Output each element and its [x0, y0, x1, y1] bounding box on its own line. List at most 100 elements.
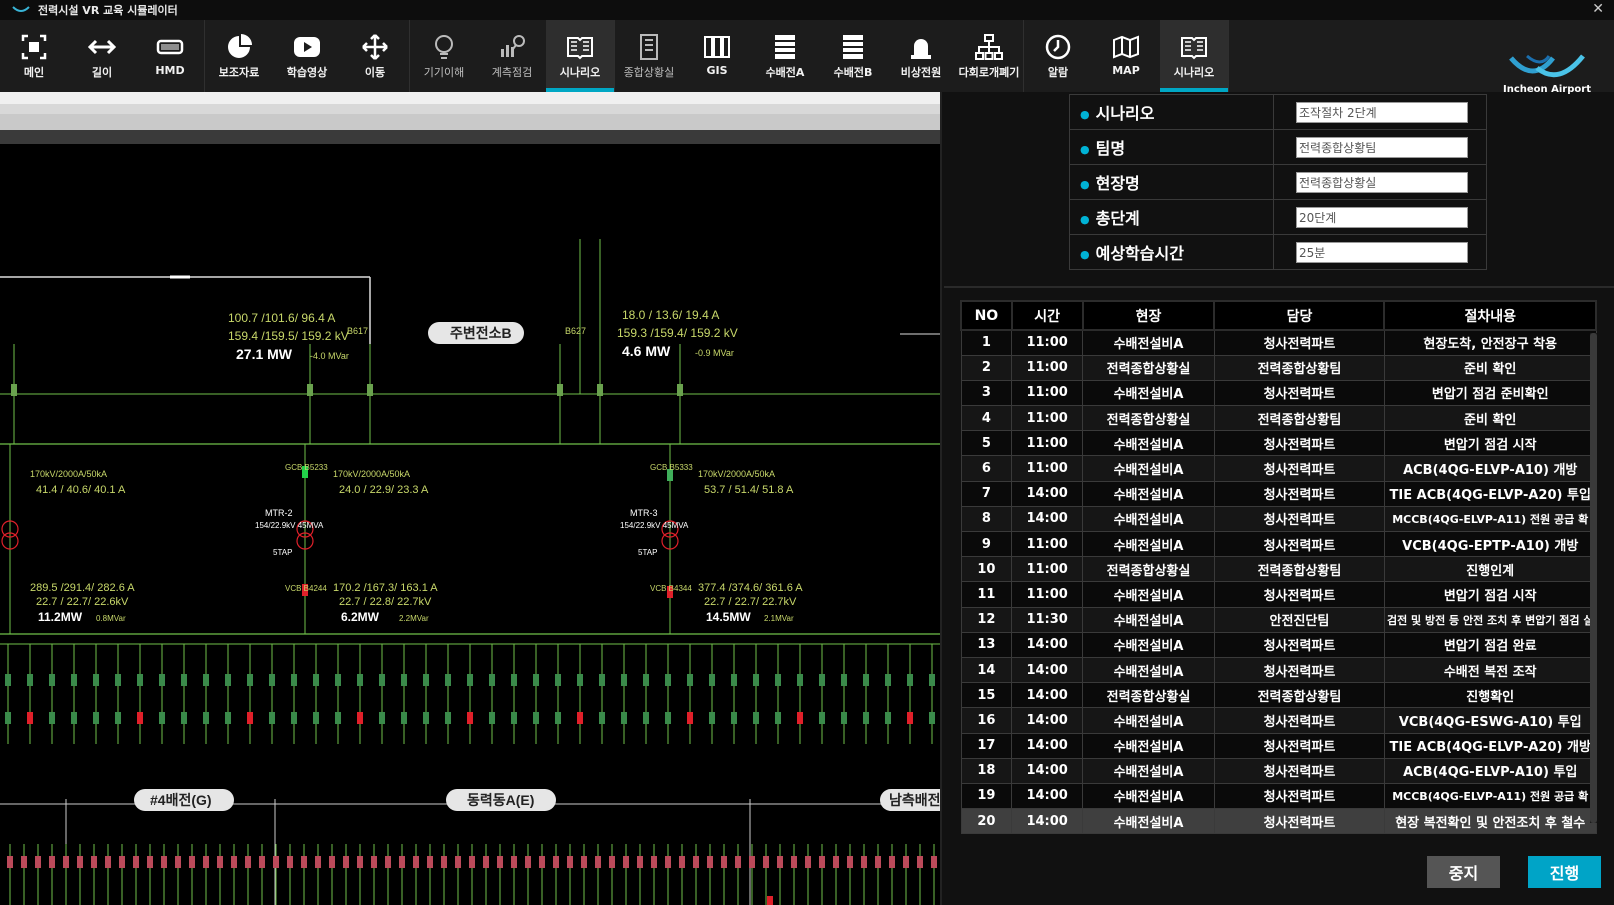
- stop-button[interactable]: 중지: [1427, 856, 1500, 888]
- table-cell: 전력종합상황실: [1082, 556, 1215, 583]
- toolbar-button-HMD[interactable]: HMD: [136, 20, 204, 92]
- toolbar-button-메인[interactable]: 메인: [0, 20, 68, 92]
- breaker-icon: [315, 856, 321, 868]
- toolbar-button-GIS[interactable]: GIS: [683, 20, 751, 92]
- building-icon: [635, 34, 663, 60]
- voltage-readout: 22.7 / 22.8/ 22.7kV: [339, 596, 432, 608]
- gcb-label: GCB B5333: [650, 463, 693, 472]
- alarm-siren-icon: [907, 34, 935, 60]
- table-row[interactable]: 19 14:00 수배전설비A 청사전력파트 MCCB(4QG-ELVP-A11) 전원…: [960, 782, 1597, 810]
- table-row[interactable]: 1 11:00 수배전설비A 청사전력파트 현장도착, 안전장구 착용: [960, 329, 1597, 356]
- toolbar-button-시나리오[interactable]: 시나리오: [1160, 20, 1228, 92]
- scrollbar-thumb[interactable]: [1590, 333, 1597, 823]
- table-row[interactable]: 10 11:00 전력종합상황실 전력종합상황팀 진행인계: [960, 556, 1597, 583]
- breaker-icon: [533, 674, 539, 686]
- table-cell: 11:00: [1011, 379, 1084, 407]
- toolbar-button-알람[interactable]: 알람: [1024, 20, 1092, 92]
- table-cell: 청사전력파트: [1213, 808, 1385, 835]
- schematic-toolbar[interactable]: [0, 114, 940, 130]
- table-row[interactable]: 6 11:00 수배전설비A 청사전력파트 ACB(4QG-ELVP-A10) 개방: [960, 455, 1597, 482]
- table-cell: 14:00: [1011, 707, 1084, 734]
- table-row[interactable]: 3 11:00 수배전설비A 청사전력파트 변압기 점검 준비확인: [960, 379, 1597, 407]
- schematic-tab-strip[interactable]: [0, 130, 940, 144]
- table-row[interactable]: 15 14:00 전력종합상황실 전력종합상황팀 진행확인: [960, 682, 1597, 709]
- proceed-button[interactable]: 진행: [1528, 856, 1601, 888]
- table-row[interactable]: 9 11:00 수배전설비A 청사전력파트 VCB(4QG-EPTP-A10) 개방: [960, 530, 1597, 558]
- info-value-field[interactable]: [1296, 101, 1468, 123]
- column-header[interactable]: 절차내용: [1383, 300, 1597, 331]
- breaker-icon: [665, 712, 671, 724]
- table-row[interactable]: 13 14:00 수배전설비A 청사전력파트 변압기 점검 완료: [960, 631, 1597, 658]
- table-header-row: NO 시간 현장 담당 절차내용: [960, 300, 1597, 331]
- column-header[interactable]: 담당: [1213, 300, 1386, 331]
- table-row[interactable]: 8 14:00 수배전설비A 청사전력파트 MCCB(4QG-ELVP-A11) 전원 …: [960, 505, 1597, 533]
- table-row[interactable]: 4 11:00 전력종합상황실 전력종합상황팀 준비 확인: [960, 405, 1597, 432]
- table-row[interactable]: 20 14:00 수배전설비A 청사전력파트 현장 복전확인 및 안전조치 후 철수: [960, 808, 1597, 835]
- breaker-icon: [203, 712, 209, 724]
- column-header[interactable]: 시간: [1010, 300, 1084, 331]
- breaker-icon: [371, 856, 377, 868]
- single-line-diagram: 주변전소B #4배전(G) 동력동A(E) 남측배전(100.7 /101.6/ 96…: [0, 239, 940, 905]
- toolbar-button-길이[interactable]: 길이: [68, 20, 136, 92]
- table-row[interactable]: 11 11:00 수배전설비A 청사전력파트 변압기 점검 시작: [960, 581, 1597, 608]
- bus-label: 동력동A(E): [467, 792, 534, 808]
- breaker-icon: [413, 856, 419, 868]
- info-value-field[interactable]: [1296, 136, 1468, 158]
- gis-panels-icon: [703, 34, 731, 60]
- info-value-field[interactable]: [1296, 171, 1468, 193]
- toolbar-button-수배전A[interactable]: 수배전A: [751, 20, 819, 92]
- toolbar-button-시나리오[interactable]: 시나리오: [546, 20, 614, 92]
- amps-readout: 377.4 /374.6/ 361.6 A: [698, 582, 803, 594]
- breaker-icon: [115, 674, 121, 686]
- schematic-menu-row[interactable]: [0, 104, 940, 114]
- column-header[interactable]: NO: [960, 300, 1013, 331]
- toolbar-button-비상전원[interactable]: 비상전원: [887, 20, 955, 92]
- breaker-icon: [445, 674, 451, 686]
- breaker-icon: [677, 384, 683, 396]
- table-cell: 19: [960, 782, 1013, 810]
- table-row[interactable]: 7 14:00 수배전설비A 청사전력파트 TIE ACB(4QG-ELVP-A20) …: [960, 480, 1597, 507]
- column-header[interactable]: 현장: [1081, 300, 1216, 331]
- breaker-icon: [385, 856, 391, 868]
- table-row[interactable]: 16 14:00 수배전설비A 청사전력파트 VCB(4QG-ESWG-A10) 투입: [960, 707, 1597, 734]
- bus-label: 주변전소B: [450, 325, 512, 341]
- table-row[interactable]: 2 11:00 전력종합상황실 전력종합상황팀 준비 확인: [960, 354, 1597, 381]
- table-cell: 5: [960, 430, 1013, 457]
- toolbar-button-이동[interactable]: 이동: [341, 20, 409, 92]
- info-value-field[interactable]: [1296, 241, 1468, 263]
- table-row[interactable]: 5 11:00 수배전설비A 청사전력파트 변압기 점검 시작: [960, 430, 1597, 457]
- schematic-menu-bar[interactable]: [0, 92, 940, 104]
- toolbar-button-기기이해[interactable]: 기기이해: [410, 20, 478, 92]
- toolbar-button-수배전B[interactable]: 수배전B: [819, 20, 887, 92]
- table-row[interactable]: 14 14:00 수배전설비A 청사전력파트 수배전 복전 조작: [960, 656, 1597, 684]
- breaker-icon: [35, 856, 41, 868]
- info-value-field[interactable]: [1296, 206, 1468, 228]
- table-cell: 청사전력파트: [1213, 757, 1385, 784]
- toolbar-button-종합상황실[interactable]: 종합상황실: [615, 20, 683, 92]
- toolbar-button-다회로개폐기[interactable]: 다회로개폐기: [955, 20, 1023, 92]
- breaker-icon: [797, 712, 803, 724]
- breaker-icon: [423, 674, 429, 686]
- toolbar-button-계측점검[interactable]: 계측점검: [478, 20, 546, 92]
- breaker-icon: [217, 856, 223, 868]
- toolbar-button-보조자료[interactable]: 보조자료: [205, 20, 273, 92]
- amps-readout: 41.4 / 40.6/ 40.1 A: [36, 484, 126, 496]
- map-icon: [1112, 34, 1140, 60]
- table-scrollbar[interactable]: [1590, 333, 1597, 823]
- toolbar-button-학습영상[interactable]: 학습영상: [273, 20, 341, 92]
- table-row[interactable]: 17 14:00 수배전설비A 청사전력파트 TIE ACB(4QG-ELVP-A20)…: [960, 732, 1597, 759]
- close-icon[interactable]: ✕: [1592, 1, 1604, 17]
- arrows-horizontal-icon: [88, 34, 116, 60]
- table-cell: 11:00: [1011, 329, 1084, 356]
- table-cell: 수배전설비A: [1082, 379, 1215, 407]
- toolbar-button-MAP[interactable]: MAP: [1092, 20, 1160, 92]
- table-row[interactable]: 12 11:30 수배전설비A 안전진단팀 검전 및 방전 등 안전 조치 후 변압기 …: [960, 606, 1597, 633]
- toolbar-group: 기기이해 계측점검 시나리오: [410, 20, 615, 92]
- table-cell: 11:00: [1011, 581, 1084, 608]
- breaker-icon: [489, 712, 495, 724]
- table-row[interactable]: 18 14:00 수배전설비A 청사전력파트 ACB(4QG-ELVP-A10) 투입: [960, 757, 1597, 784]
- scada-schematic-view[interactable]: 주변전소B #4배전(G) 동력동A(E) 남측배전(100.7 /101.6/ 96…: [0, 92, 942, 905]
- breaker-icon: [175, 856, 181, 868]
- breaker-icon: [777, 856, 783, 868]
- table-cell: 2: [960, 354, 1013, 381]
